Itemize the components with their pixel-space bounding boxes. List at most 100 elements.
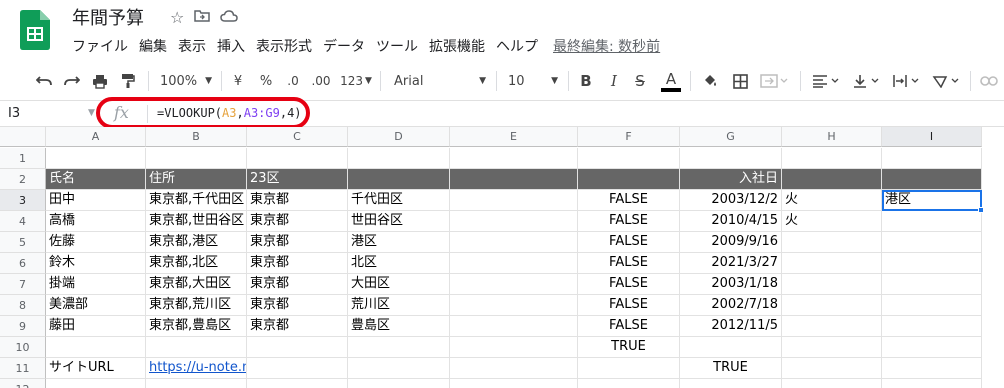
more-formats-select[interactable]: 123 ▼ (340, 62, 372, 100)
cell-d1[interactable] (348, 148, 450, 169)
cell-a8[interactable]: 美濃部 (46, 295, 146, 316)
cell-c12[interactable] (247, 379, 348, 388)
cell-i4[interactable] (882, 211, 982, 232)
cell-g1[interactable] (680, 148, 782, 169)
cell-d9[interactable]: 豊島区 (348, 316, 450, 337)
text-wrap-icon[interactable] (890, 62, 924, 100)
cell-f5[interactable]: FALSE (578, 232, 680, 253)
percent-button[interactable]: % (258, 62, 274, 100)
cell-f10[interactable]: TRUE (578, 337, 680, 358)
column-header-e[interactable]: E (450, 127, 578, 147)
bold-button[interactable]: B (578, 62, 594, 100)
row-header-12[interactable]: 12 (0, 379, 46, 388)
cell-a10[interactable] (46, 337, 146, 358)
cell-i2[interactable] (882, 169, 982, 190)
cell-h8[interactable] (782, 295, 882, 316)
menu-edit[interactable]: 編集 (139, 36, 167, 56)
select-all-corner[interactable] (0, 127, 46, 147)
cell-d4[interactable]: 世田谷区 (348, 211, 450, 232)
cell-d12[interactable] (348, 379, 450, 388)
folder-move-icon[interactable] (194, 8, 211, 28)
cell-e9[interactable] (450, 316, 578, 337)
currency-button[interactable]: ¥ (230, 62, 246, 100)
cell-e5[interactable] (450, 232, 578, 253)
cell-h3[interactable]: 火 (782, 190, 882, 211)
row-header-1[interactable]: 1 (0, 148, 46, 169)
cell-d5[interactable]: 港区 (348, 232, 450, 253)
name-box-dropdown-icon[interactable]: ▼ (88, 108, 95, 118)
cell-b10[interactable] (146, 337, 247, 358)
cell-h12[interactable] (782, 379, 882, 388)
cell-c4[interactable]: 東京都 (247, 211, 348, 232)
cell-c3[interactable]: 東京都 (247, 190, 348, 211)
cell-b9[interactable]: 東京都,豊島区 (146, 316, 247, 337)
cell-b1[interactable] (146, 148, 247, 169)
cell-e4[interactable] (450, 211, 578, 232)
cell-h10[interactable] (782, 337, 882, 358)
cell-i7[interactable] (882, 274, 982, 295)
cell-g9[interactable]: 2012/11/5 (680, 316, 782, 337)
menu-tools[interactable]: ツール (376, 36, 418, 56)
cell-d7[interactable]: 大田区 (348, 274, 450, 295)
sheets-logo-icon[interactable] (20, 10, 50, 50)
cell-g12[interactable] (680, 379, 782, 388)
cell-f6[interactable]: FALSE (578, 253, 680, 274)
star-icon[interactable]: ☆ (170, 8, 184, 28)
column-header-d[interactable]: D (348, 127, 450, 147)
menu-insert[interactable]: 挿入 (217, 36, 245, 56)
cell-g6[interactable]: 2021/3/27 (680, 253, 782, 274)
column-header-h[interactable]: H (782, 127, 882, 147)
cell-e12[interactable] (450, 379, 578, 388)
cell-i6[interactable] (882, 253, 982, 274)
row-header-6[interactable]: 6 (0, 253, 46, 274)
cell-d3[interactable]: 千代田区 (348, 190, 450, 211)
cell-c2[interactable]: 23区 (247, 169, 348, 190)
cell-f12[interactable] (578, 379, 680, 388)
cell-f7[interactable]: FALSE (578, 274, 680, 295)
zoom-select[interactable]: 100% ▼ (158, 62, 214, 100)
cell-d11[interactable] (348, 358, 450, 379)
font-size-select[interactable]: 10 ▼ (508, 62, 558, 100)
redo-icon[interactable] (62, 62, 82, 100)
cell-a9[interactable]: 藤田 (46, 316, 146, 337)
cell-d10[interactable] (348, 337, 450, 358)
row-header-7[interactable]: 7 (0, 274, 46, 295)
cell-i5[interactable] (882, 232, 982, 253)
column-header-f[interactable]: F (578, 127, 680, 147)
cell-a5[interactable]: 佐藤 (46, 232, 146, 253)
cell-i1[interactable] (882, 148, 982, 169)
cell-f8[interactable]: FALSE (578, 295, 680, 316)
cell-b12[interactable] (146, 379, 247, 388)
undo-icon[interactable] (34, 62, 54, 100)
text-rotation-icon[interactable] (930, 62, 964, 100)
cell-c6[interactable]: 東京都 (247, 253, 348, 274)
cell-i3[interactable]: 港区 (882, 190, 982, 211)
document-title[interactable]: 年間予算 (72, 4, 144, 30)
cell-b11[interactable]: https://u-note.me/ (146, 358, 247, 379)
cell-g5[interactable]: 2009/9/16 (680, 232, 782, 253)
cell-b2[interactable]: 住所 (146, 169, 247, 190)
cell-g11[interactable]: TRUE (680, 358, 782, 379)
menu-view[interactable]: 表示 (178, 36, 206, 56)
print-icon[interactable] (90, 62, 110, 100)
cloud-icon[interactable] (220, 8, 239, 28)
cell-c11[interactable] (247, 358, 348, 379)
cell-g2[interactable]: 入社日 (680, 169, 782, 190)
horizontal-align-icon[interactable] (810, 62, 844, 100)
last-edit-link[interactable]: 最終編集: 数秒前 (553, 36, 660, 56)
fill-handle[interactable] (978, 207, 984, 213)
cell-g3[interactable]: 2003/12/2 (680, 190, 782, 211)
merge-cells-icon[interactable] (758, 62, 790, 100)
cell-f1[interactable] (578, 148, 680, 169)
column-header-c[interactable]: C (247, 127, 348, 147)
cell-e11[interactable] (450, 358, 578, 379)
cell-b8[interactable]: 東京都,荒川区 (146, 295, 247, 316)
column-header-i[interactable]: I (882, 127, 982, 147)
cell-h9[interactable] (782, 316, 882, 337)
cell-i9[interactable] (882, 316, 982, 337)
cell-a3[interactable]: 田中 (46, 190, 146, 211)
cell-h4[interactable]: 火 (782, 211, 882, 232)
cell-f11[interactable] (578, 358, 680, 379)
cell-a7[interactable]: 掛端 (46, 274, 146, 295)
italic-button[interactable]: I (606, 62, 622, 100)
